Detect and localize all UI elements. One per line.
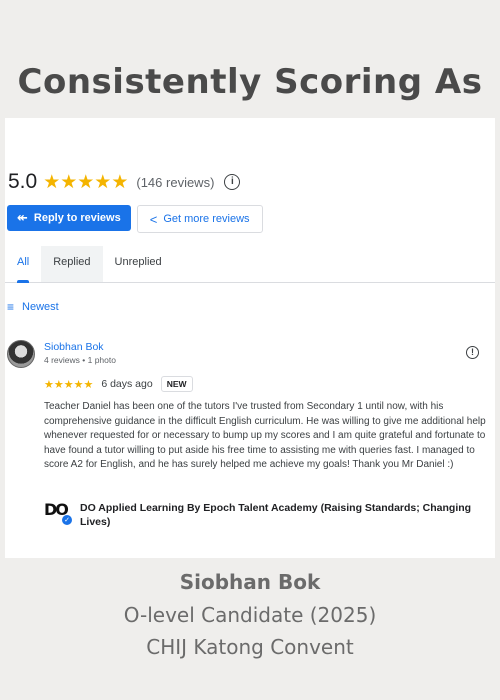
rating-summary: 5.0 ★★★★★ (146 reviews) i — [8, 170, 241, 194]
review-card: 5.0 ★★★★★ (146 reviews) i ↞ Reply to rev… — [5, 118, 495, 558]
reply-icon: ↞ — [17, 210, 28, 225]
tab-replied[interactable]: Replied — [41, 246, 103, 282]
sort-control[interactable]: ≡ Newest — [7, 300, 59, 314]
review-stars: ★★★★★ — [44, 378, 94, 391]
footer-student-role: O-level Candidate (2025) — [123, 603, 377, 627]
avatar[interactable] — [7, 340, 35, 368]
share-icon: < — [149, 211, 158, 227]
review-text: Teacher Daniel has been one of the tutor… — [44, 401, 486, 470]
info-icon[interactable]: i — [224, 174, 241, 190]
sort-label: Newest — [22, 301, 59, 313]
review-rating-row: ★★★★★ 6 days ago NEW — [44, 376, 193, 392]
business-row: DO ✓ DO Applied Learning By Epoch Talent… — [44, 501, 480, 529]
reply-button-label: Reply to reviews — [33, 212, 121, 224]
sort-icon: ≡ — [7, 300, 15, 314]
get-more-label: Get more reviews — [163, 213, 250, 225]
business-logo: DO ✓ — [44, 501, 72, 525]
review-age: 6 days ago — [101, 378, 153, 390]
verified-icon: ✓ — [62, 515, 72, 525]
footer-school: CHIJ Katong Convent — [146, 635, 354, 659]
new-badge: NEW — [160, 376, 193, 392]
reviewer-name[interactable]: Siobhan Bok — [44, 341, 104, 353]
review-tabs: All Replied Unreplied — [5, 246, 495, 283]
rating-stars: ★★★★★ — [43, 171, 129, 193]
card-top-strip — [5, 118, 495, 166]
rating-score: 5.0 — [8, 170, 38, 193]
tab-all[interactable]: All — [5, 246, 41, 283]
headline: Consistently Scoring As — [17, 62, 483, 102]
business-name: DO Applied Learning By Epoch Talent Acad… — [80, 502, 472, 528]
tab-unreplied[interactable]: Unreplied — [103, 246, 174, 282]
report-icon[interactable]: ! — [466, 346, 479, 359]
reviewer-meta: 4 reviews • 1 photo — [44, 355, 116, 365]
action-buttons: ↞ Reply to reviews < Get more reviews — [7, 205, 263, 233]
reply-to-reviews-button[interactable]: ↞ Reply to reviews — [7, 205, 131, 231]
review-count: (146 reviews) — [136, 174, 215, 190]
get-more-reviews-button[interactable]: < Get more reviews — [136, 205, 263, 233]
footer-student-name: Siobhan Bok — [179, 570, 321, 594]
